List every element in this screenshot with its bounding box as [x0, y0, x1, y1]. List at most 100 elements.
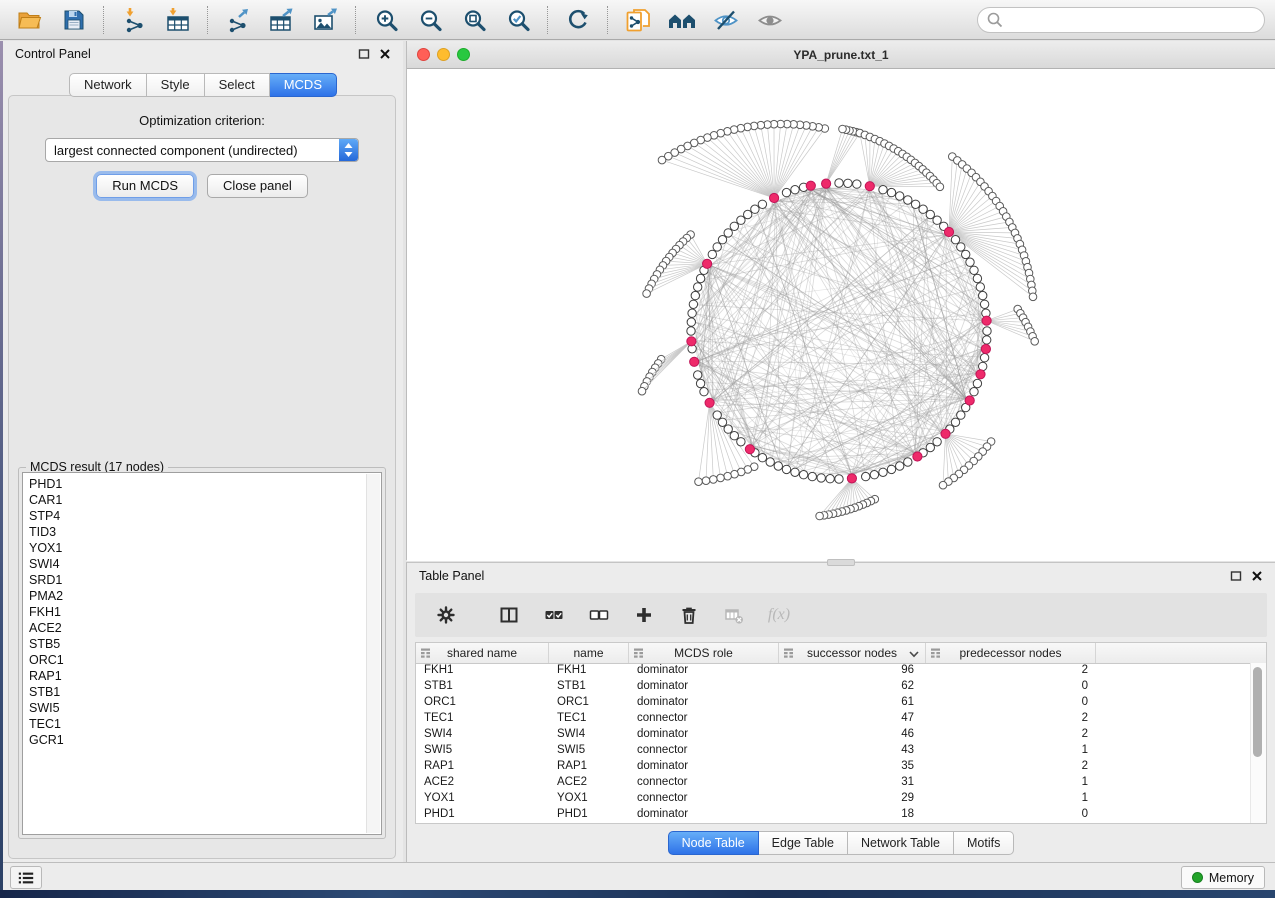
mcds-result-item[interactable]: STP4 [23, 508, 381, 524]
save-session-button[interactable] [52, 3, 96, 37]
close-window-icon[interactable] [417, 48, 430, 61]
mcds-list-scrollbar[interactable] [366, 474, 380, 833]
new-network-from-selection-button[interactable] [616, 3, 660, 37]
memory-button[interactable]: Memory [1181, 866, 1265, 889]
export-image-button[interactable] [304, 3, 348, 37]
export-table-button[interactable] [260, 3, 304, 37]
mcds-result-item[interactable]: SRD1 [23, 572, 381, 588]
minimize-window-icon[interactable] [437, 48, 450, 61]
mcds-result-item[interactable]: PHD1 [23, 476, 381, 492]
run-mcds-button[interactable]: Run MCDS [96, 174, 194, 198]
table-row[interactable]: YOX1YOX1connector291 [416, 792, 1266, 808]
table-tab-network-table[interactable]: Network Table [848, 831, 954, 855]
sort-descending-icon[interactable] [908, 648, 920, 660]
float-table-panel-icon[interactable] [1230, 570, 1242, 582]
table-row[interactable]: ACE2ACE2connector311 [416, 776, 1266, 792]
optimization-criterion-select[interactable]: largest connected component (undirected) [45, 138, 359, 162]
zoom-selected-button[interactable] [496, 3, 540, 37]
toolbar-separator [355, 6, 357, 34]
column-label: shared name [447, 646, 517, 660]
cell: 2 [926, 728, 1096, 744]
mcds-result-item[interactable]: TID3 [23, 524, 381, 540]
search-input[interactable] [1009, 12, 1264, 29]
close-table-panel-icon[interactable] [1251, 570, 1263, 582]
mcds-result-item[interactable]: STB5 [23, 636, 381, 652]
cell: FKH1 [416, 664, 549, 680]
column-header-predecessor-nodes[interactable]: predecessor nodes [926, 643, 1096, 663]
tab-select[interactable]: Select [205, 73, 270, 97]
table-row[interactable]: TEC1TEC1connector472 [416, 712, 1266, 728]
network-canvas[interactable] [407, 69, 1275, 561]
node-table: shared name nameMCDS role successor nodes p… [415, 642, 1267, 824]
search-box[interactable] [977, 7, 1265, 33]
table-scrollbar-thumb[interactable] [1253, 667, 1262, 757]
open-file-icon [17, 8, 43, 32]
column-header-name[interactable]: name [549, 643, 629, 663]
close-panel-icon[interactable] [379, 48, 391, 60]
add-column-button[interactable] [631, 602, 657, 628]
tab-mcds[interactable]: MCDS [270, 73, 337, 97]
column-label: successor nodes [807, 646, 897, 660]
tab-network[interactable]: Network [69, 73, 147, 97]
import-table-button[interactable] [156, 3, 200, 37]
zoom-fit-content-button[interactable] [452, 3, 496, 37]
network-window-titlebar: YPA_prune.txt_1 [407, 41, 1275, 69]
control-panel-header: Control Panel [3, 41, 403, 67]
zoom-out-button[interactable] [408, 3, 452, 37]
first-neighbors-button[interactable] [660, 3, 704, 37]
column-header-successor-nodes[interactable]: successor nodes [779, 643, 926, 663]
cell: 31 [779, 776, 926, 792]
mcds-result-item[interactable]: YOX1 [23, 540, 381, 556]
table-scrollbar[interactable] [1250, 663, 1266, 823]
mcds-result-item[interactable]: FKH1 [23, 604, 381, 620]
column-header-shared-name[interactable]: shared name [416, 643, 549, 663]
export-network-button[interactable] [216, 3, 260, 37]
cell: TEC1 [549, 712, 629, 728]
task-history-button[interactable] [10, 866, 42, 889]
mcds-result-item[interactable]: SWI5 [23, 700, 381, 716]
network-graph[interactable] [407, 69, 1274, 561]
table-row[interactable]: PHD1PHD1dominator180 [416, 808, 1266, 824]
deselect-all-rows-button[interactable] [586, 602, 612, 628]
tab-style[interactable]: Style [147, 73, 205, 97]
split-table-button[interactable] [496, 602, 522, 628]
table-row[interactable]: STB1STB1dominator620 [416, 680, 1266, 696]
mcds-result-item[interactable]: CAR1 [23, 492, 381, 508]
table-row[interactable]: ORC1ORC1dominator610 [416, 696, 1266, 712]
table-row[interactable]: FKH1FKH1dominator962 [416, 664, 1266, 680]
cell: ACE2 [416, 776, 549, 792]
open-file-button[interactable] [8, 3, 52, 37]
mcds-result-item[interactable]: GCR1 [23, 732, 381, 748]
show-all-button[interactable] [748, 3, 792, 37]
table-tab-node-table[interactable]: Node Table [668, 831, 759, 855]
table-row[interactable]: SWI5SWI5connector431 [416, 744, 1266, 760]
mcds-result-item[interactable]: SWI4 [23, 556, 381, 572]
column-header-MCDS-role[interactable]: MCDS role [629, 643, 779, 663]
import-network-button[interactable] [112, 3, 156, 37]
mcds-result-item[interactable]: PMA2 [23, 588, 381, 604]
mcds-result-item[interactable]: RAP1 [23, 668, 381, 684]
panel-split-handle[interactable] [827, 559, 855, 566]
select-all-rows-button[interactable] [541, 602, 567, 628]
mcds-result-item[interactable]: ORC1 [23, 652, 381, 668]
table-row[interactable]: SWI4SWI4dominator462 [416, 728, 1266, 744]
delete-columns-button[interactable] [676, 602, 702, 628]
zoom-selected-icon [506, 8, 530, 32]
zoom-in-button[interactable] [364, 3, 408, 37]
hide-selected-button[interactable] [704, 3, 748, 37]
mcds-result-item[interactable]: TEC1 [23, 716, 381, 732]
table-row[interactable]: RAP1RAP1dominator352 [416, 760, 1266, 776]
table-settings-button[interactable] [433, 602, 459, 628]
maximize-window-icon[interactable] [457, 48, 470, 61]
float-panel-icon[interactable] [358, 48, 370, 60]
close-panel-button[interactable]: Close panel [207, 174, 308, 198]
mcds-result-item[interactable]: STB1 [23, 684, 381, 700]
apply-preferred-layout-button[interactable] [556, 3, 600, 37]
cell: dominator [629, 696, 779, 712]
cell: YOX1 [549, 792, 629, 808]
delete-table-button [721, 602, 747, 628]
table-tab-edge-table[interactable]: Edge Table [759, 831, 848, 855]
mcds-result-item[interactable]: ACE2 [23, 620, 381, 636]
table-tab-motifs[interactable]: Motifs [954, 831, 1014, 855]
search-icon [986, 11, 1004, 29]
